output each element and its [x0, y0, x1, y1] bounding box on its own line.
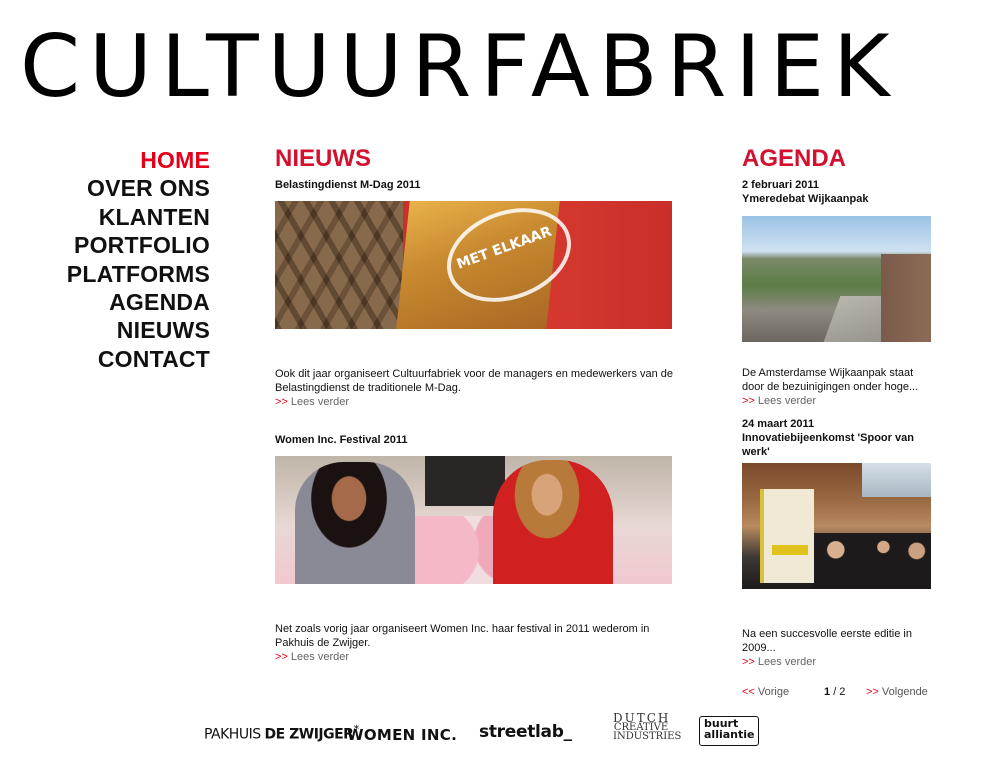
agenda-item: 24 maart 2011 Innovatiebijeenkomst 'Spoo…: [742, 417, 934, 669]
agenda-item-text: De Amsterdamse Wijkaanpak staat door de …: [742, 367, 919, 393]
image-detail-bg: [425, 456, 505, 506]
news-item-title[interactable]: Belastingdienst M-Dag 2011: [275, 178, 675, 192]
read-more-link[interactable]: >> Lees verder: [275, 395, 675, 409]
next-label: Volgende: [881, 686, 928, 698]
image-detail-person: [493, 460, 613, 584]
partner-streetlab[interactable]: streetlab_: [479, 722, 572, 742]
stamp-text: MET ELKAAR: [454, 223, 554, 273]
news-item: Belastingdienst M-Dag 2011 MET ELKAAR Oo…: [275, 178, 675, 409]
next-arrow: >>: [866, 686, 879, 698]
read-more-link[interactable]: >> Lees verder: [275, 650, 675, 664]
buurt-line2: alliantie: [704, 728, 755, 741]
news-heading: NIEUWS: [275, 145, 371, 172]
read-more-arrow: >>: [742, 656, 755, 668]
prev-label: Vorige: [757, 686, 790, 698]
agenda-column: AGENDA 2 februari 2011 Ymeredebat Wijkaa…: [742, 146, 934, 669]
news-image-women-inc[interactable]: [275, 456, 672, 584]
nav-agenda[interactable]: AGENDA: [40, 288, 210, 316]
agenda-item-date: 2 februari 2011: [742, 179, 820, 191]
zwijger-text: DE ZWIJGER: [264, 726, 354, 743]
partner-women-inc[interactable]: WOMEN INC.: [347, 726, 457, 744]
news-item-text: Net zoals vorig jaar organiseert Women I…: [275, 623, 650, 649]
news-item: Women Inc. Festival 2011 Net zoals vorig…: [275, 433, 675, 664]
news-column: NIEUWS Belastingdienst M-Dag 2011 MET EL…: [275, 146, 675, 664]
read-more-link[interactable]: >> Lees verder: [742, 655, 934, 669]
pager-current: 1: [824, 686, 831, 698]
nav-over-ons[interactable]: OVER ONS: [40, 174, 210, 202]
read-more-arrow: >>: [275, 396, 288, 408]
partner-pakhuis-de-zwijger[interactable]: PAKHUIS DE ZWIJGER*: [204, 722, 359, 743]
read-more-link[interactable]: >> Lees verder: [742, 394, 934, 408]
image-detail-wall: [275, 201, 403, 329]
nav-nieuws[interactable]: NIEUWS: [40, 316, 210, 344]
nav-klanten[interactable]: KLANTEN: [40, 203, 210, 231]
pager-status: 1 / 2: [824, 685, 845, 699]
site-logo[interactable]: CULTUURFABRIEK: [20, 22, 899, 112]
image-detail-building: [881, 254, 931, 342]
main-nav: HOME OVER ONS KLANTEN PORTFOLIO PLATFORM…: [40, 146, 210, 373]
read-more-label: Lees verder: [290, 651, 350, 663]
nav-platforms[interactable]: PLATFORMS: [40, 260, 210, 288]
prev-arrow: <<: [742, 686, 755, 698]
agenda-item: 2 februari 2011 Ymeredebat Wijkaanpak De…: [742, 178, 934, 408]
news-item-title[interactable]: Women Inc. Festival 2011: [275, 433, 675, 447]
agenda-item-date: 24 maart 2011: [742, 418, 815, 430]
read-more-label: Lees verder: [757, 656, 817, 668]
partner-buurtalliantie[interactable]: buurt alliantie: [699, 716, 759, 746]
agenda-image-spoor-van-werk[interactable]: [742, 463, 931, 589]
dutch-line3: INDUSTRIES: [613, 731, 682, 742]
pager-prev-link[interactable]: << Vorige: [742, 685, 789, 699]
agenda-image-wijkaanpak[interactable]: [742, 216, 931, 342]
image-detail-sign: [760, 489, 814, 583]
read-more-arrow: >>: [275, 651, 288, 663]
read-more-label: Lees verder: [290, 396, 350, 408]
agenda-item-title[interactable]: Ymeredebat Wijkaanpak: [742, 192, 934, 206]
image-detail-crowd: [812, 533, 931, 589]
image-detail-person: [295, 462, 415, 584]
pakhuis-text: PAKHUIS: [204, 726, 265, 743]
agenda-item-title[interactable]: Innovatiebijeenkomst 'Spoor van werk': [742, 431, 934, 459]
read-more-arrow: >>: [742, 395, 755, 407]
image-detail-window: [862, 463, 931, 497]
news-image-mdag[interactable]: MET ELKAAR: [275, 201, 672, 329]
news-item-text: Ook dit jaar organiseert Cultuurfabriek …: [275, 368, 674, 394]
agenda-heading: AGENDA: [742, 145, 847, 172]
nav-portfolio[interactable]: PORTFOLIO: [40, 231, 210, 259]
nav-contact[interactable]: CONTACT: [40, 345, 210, 373]
partner-logos: PAKHUIS DE ZWIJGER* WOMEN INC. streetlab…: [0, 712, 988, 752]
pager-next-link[interactable]: >> Volgende: [866, 685, 928, 699]
agenda-item-text: Na een succesvolle eerste editie in 2009…: [742, 628, 912, 654]
partner-dutch-creative-industries[interactable]: DUTCH CREATIVE INDUSTRIES: [613, 712, 682, 742]
nav-home[interactable]: HOME: [40, 146, 210, 174]
pager-total: / 2: [833, 686, 846, 698]
read-more-label: Lees verder: [757, 395, 817, 407]
